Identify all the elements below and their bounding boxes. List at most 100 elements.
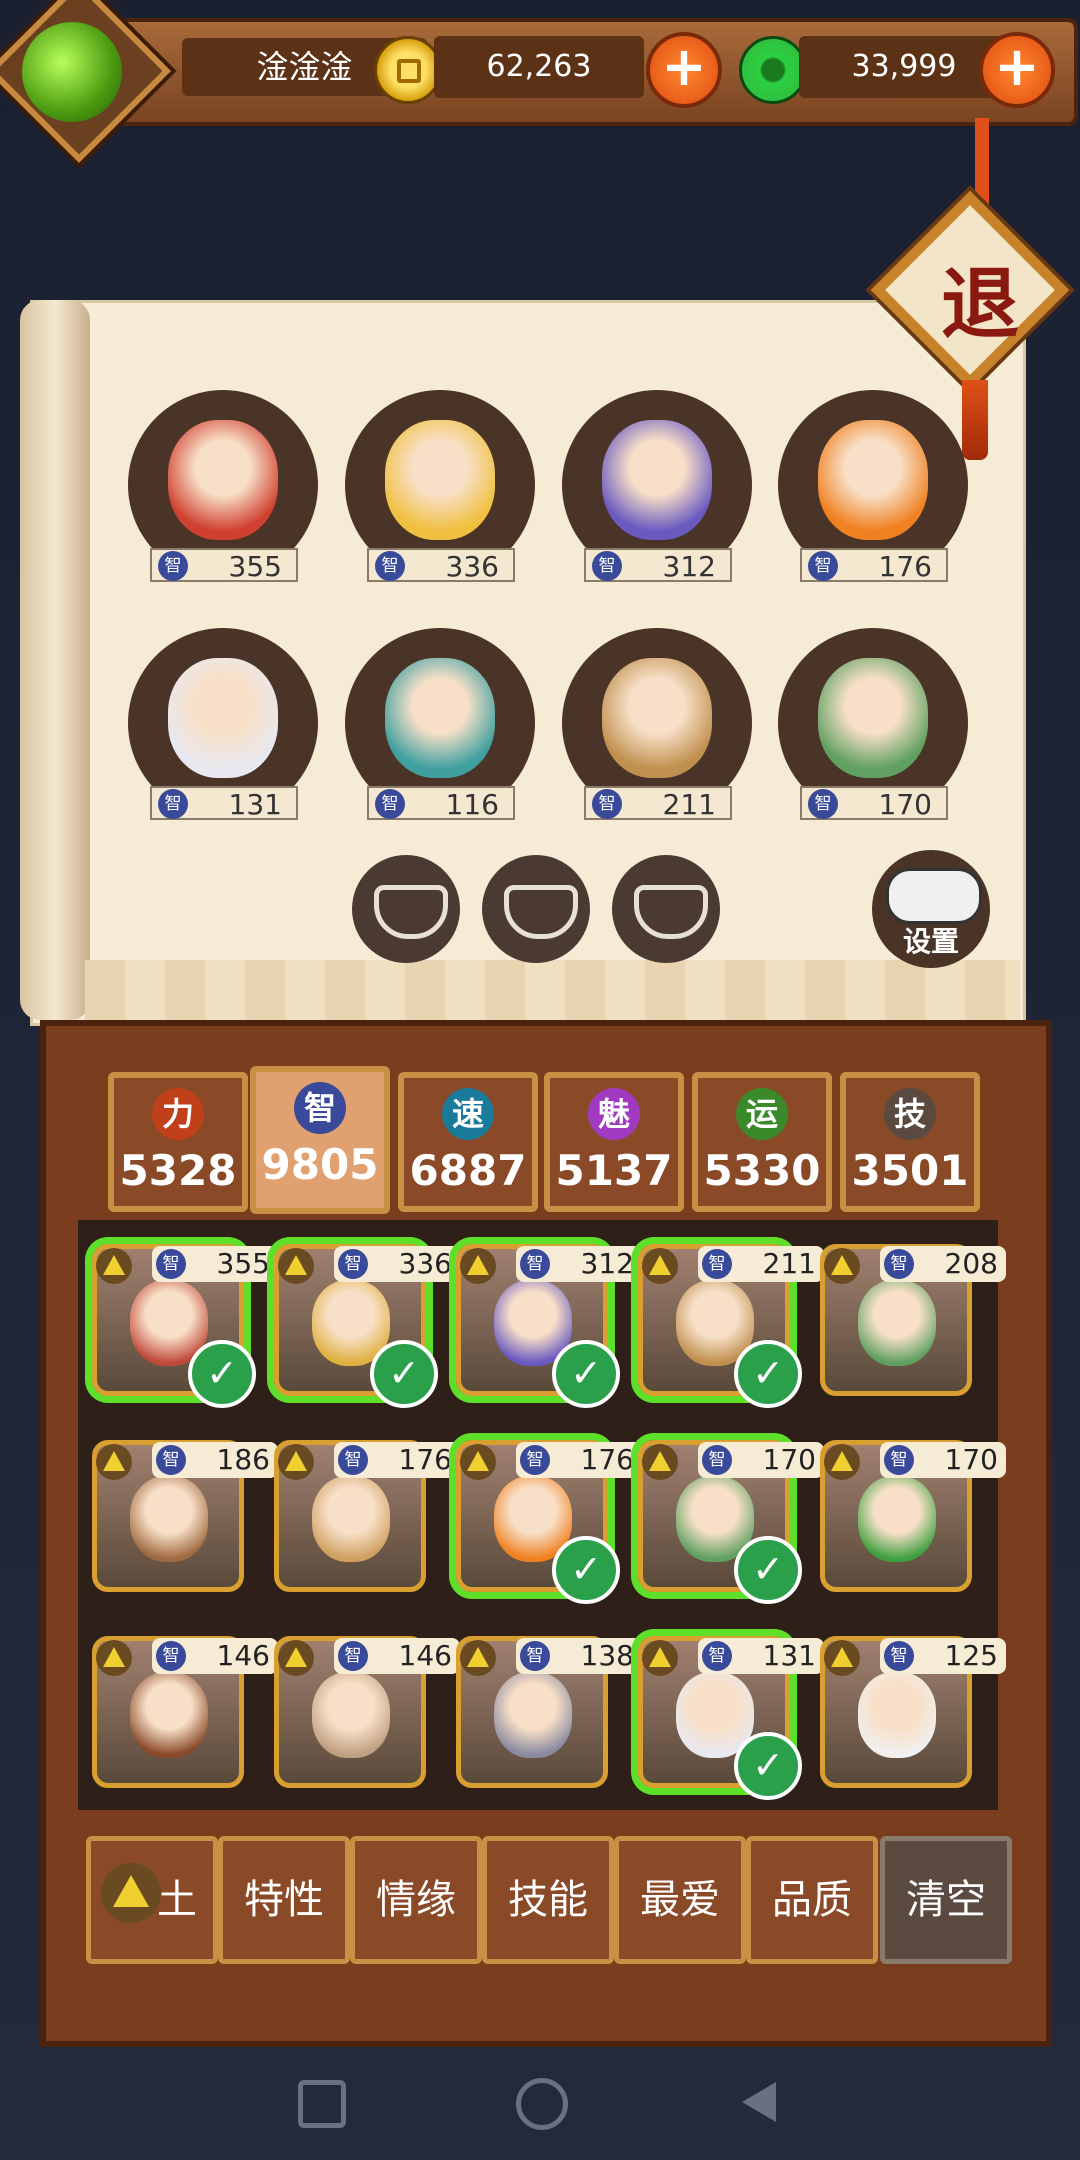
hero-portrait <box>602 420 712 540</box>
settings-button[interactable]: 设置 <box>872 850 990 968</box>
roster-card[interactable]: 智 170 ✓ <box>638 1440 824 1604</box>
card-stat: 智 170 <box>698 1442 824 1478</box>
int-badge-icon: 智 <box>884 1249 914 1279</box>
lineup-hero-slot[interactable]: 智 176 <box>778 390 968 583</box>
lineup-hero-slot[interactable]: 智 131 <box>128 628 318 821</box>
stat-tab[interactable]: 速 6887 <box>398 1072 538 1212</box>
roster-card[interactable]: 智 146 <box>274 1636 460 1788</box>
hero-portrait <box>818 420 928 540</box>
stat-tab-icon: 运 <box>736 1088 788 1140</box>
int-badge-icon: 智 <box>702 1445 732 1475</box>
home-icon[interactable] <box>516 2078 568 2130</box>
roster-card[interactable]: 智 186 <box>92 1440 278 1592</box>
lineup-hero-slot[interactable]: 智 355 <box>128 390 318 583</box>
earth-element-icon <box>278 1444 314 1480</box>
int-badge-icon: 智 <box>156 1641 186 1671</box>
int-badge-icon: 智 <box>338 1249 368 1279</box>
card-stat-value: 131 <box>762 1639 816 1672</box>
earth-element-icon <box>642 1248 678 1284</box>
earth-element-icon <box>278 1640 314 1676</box>
roster-card[interactable]: 智 176 <box>274 1440 460 1592</box>
stat-tab[interactable]: 力 5328 <box>108 1072 248 1212</box>
earth-element-icon <box>642 1640 678 1676</box>
gold-amount: 62,263 <box>434 36 644 98</box>
clear-button[interactable]: 清空 <box>880 1836 1012 1964</box>
add-gold-button[interactable]: + <box>646 32 722 108</box>
exit-label[interactable]: 退 <box>905 230 1055 380</box>
stat-tab[interactable]: 魅 5137 <box>544 1072 684 1212</box>
roster-card[interactable]: 智 312 ✓ <box>456 1244 642 1408</box>
hero-stat: 智 336 <box>367 548 515 583</box>
roster-card[interactable]: 智 176 ✓ <box>456 1440 642 1604</box>
card-stat-value: 146 <box>216 1639 270 1672</box>
int-badge-icon: 智 <box>592 789 622 819</box>
int-badge-icon: 智 <box>338 1445 368 1475</box>
earth-element-icon <box>96 1444 132 1480</box>
int-badge-icon: 智 <box>884 1445 914 1475</box>
stat-tab[interactable]: 智 9805 <box>250 1066 390 1214</box>
filter-label: 技能 <box>508 1877 588 1923</box>
filter-button[interactable]: 技能 <box>482 1836 614 1964</box>
lineup-hero-slot[interactable]: 智 116 <box>345 628 535 821</box>
empty-slot-bowl-icon[interactable] <box>482 855 590 963</box>
filter-label: 清空 <box>906 1877 986 1923</box>
back-icon[interactable] <box>742 2082 776 2122</box>
hero-stat-value: 170 <box>878 788 932 821</box>
hero-stat: 智 355 <box>150 548 298 583</box>
card-stat: 智 355 <box>152 1246 278 1282</box>
roster-card[interactable]: 智 208 <box>820 1244 1006 1396</box>
roster-card[interactable]: 智 146 <box>92 1636 278 1788</box>
card-stat-value: 176 <box>398 1443 452 1476</box>
lineup-hero-slot[interactable]: 智 170 <box>778 628 968 821</box>
roster-card[interactable]: 智 125 <box>820 1636 1006 1788</box>
filter-button[interactable]: 特性 <box>218 1836 350 1964</box>
stat-tab[interactable]: 运 5330 <box>692 1072 832 1212</box>
scroll-roll <box>20 300 90 1020</box>
selected-check-icon: ✓ <box>552 1536 620 1604</box>
add-jade-button[interactable]: + <box>979 32 1055 108</box>
lineup-hero-slot[interactable]: 智 211 <box>562 628 752 821</box>
roster-card[interactable]: 智 131 ✓ <box>638 1636 824 1800</box>
player-avatar-icon[interactable] <box>22 22 122 122</box>
filter-button[interactable]: 情缘 <box>350 1836 482 1964</box>
roster-card[interactable]: 智 355 ✓ <box>92 1244 278 1408</box>
stat-tab-value: 5328 <box>119 1146 237 1195</box>
stat-tab-icon: 技 <box>884 1088 936 1140</box>
hero-stat-value: 336 <box>445 550 499 583</box>
settings-label: 设置 <box>902 925 959 958</box>
recents-icon[interactable] <box>298 2080 346 2128</box>
earth-element-icon <box>96 1248 132 1284</box>
hero-stat-value: 355 <box>228 550 282 583</box>
stat-tab-value: 3501 <box>851 1146 969 1195</box>
int-badge-icon: 智 <box>158 551 188 581</box>
filter-button[interactable]: 品质 <box>746 1836 878 1964</box>
hero-portrait <box>858 1672 936 1758</box>
card-stat: 智 170 <box>880 1442 1006 1478</box>
scroll-wave-border <box>85 960 1020 1020</box>
stat-tab-value: 5137 <box>555 1146 673 1195</box>
hero-stat-value: 131 <box>228 788 282 821</box>
roster-card[interactable]: 智 336 ✓ <box>274 1244 460 1408</box>
filter-button[interactable]: 最爱 <box>614 1836 746 1964</box>
hero-portrait <box>168 658 278 778</box>
roster-card[interactable]: 智 211 ✓ <box>638 1244 824 1408</box>
roster-card[interactable]: 智 170 <box>820 1440 1006 1592</box>
card-stat-value: 125 <box>944 1639 998 1672</box>
earth-element-icon <box>824 1444 860 1480</box>
empty-slot-bowl-icon[interactable] <box>352 855 460 963</box>
filter-label: 土 <box>157 1877 197 1923</box>
lineup-hero-slot[interactable]: 智 336 <box>345 390 535 583</box>
earth-element-icon <box>101 1863 161 1923</box>
filter-element-button[interactable]: 土 <box>86 1836 218 1964</box>
lineup-hero-slot[interactable]: 智 312 <box>562 390 752 583</box>
hero-stat: 智 211 <box>584 786 732 821</box>
empty-slot-bowl-icon[interactable] <box>612 855 720 963</box>
roster-card[interactable]: 智 138 <box>456 1636 642 1788</box>
stat-tab[interactable]: 技 3501 <box>840 1072 980 1212</box>
selected-check-icon: ✓ <box>734 1340 802 1408</box>
earth-element-icon <box>642 1444 678 1480</box>
int-badge-icon: 智 <box>375 789 405 819</box>
card-stat: 智 131 <box>698 1638 824 1674</box>
earth-element-icon <box>824 1640 860 1676</box>
card-stat-value: 170 <box>944 1443 998 1476</box>
